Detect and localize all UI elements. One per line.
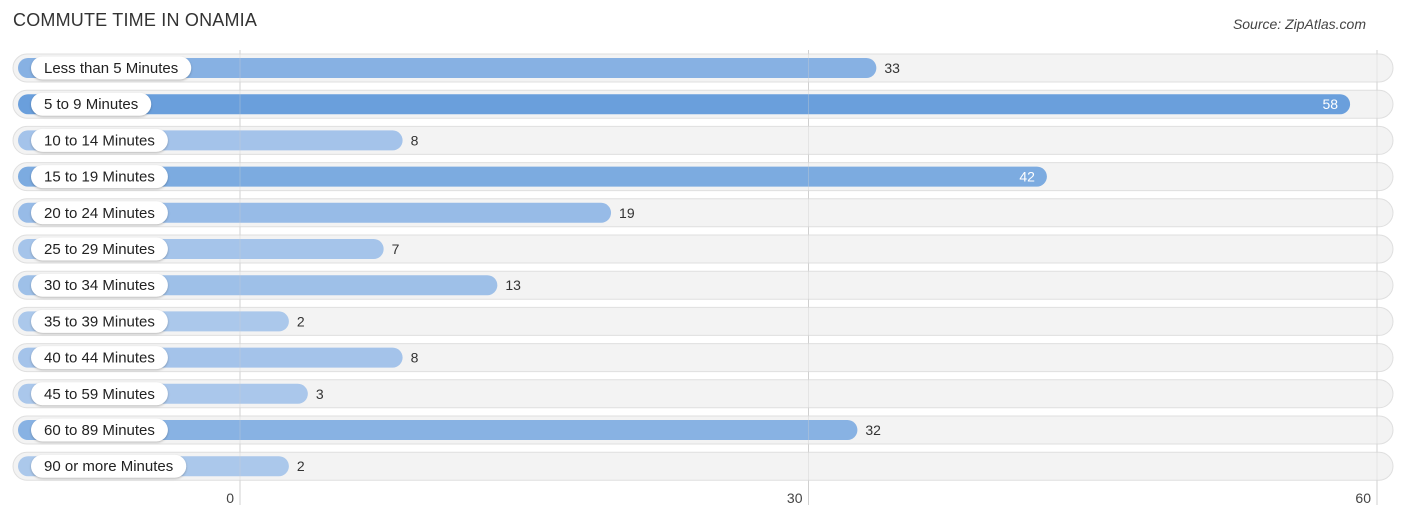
- category-label: 20 to 24 Minutes: [44, 205, 155, 222]
- x-tick-label: 30: [787, 490, 803, 506]
- value-label: 2: [297, 313, 305, 329]
- value-label: 8: [411, 132, 419, 148]
- value-label: 7: [392, 241, 400, 257]
- bar: [18, 94, 1351, 115]
- category-label: 35 to 39 Minutes: [44, 313, 155, 330]
- value-label: 3: [316, 386, 324, 402]
- category-label: 5 to 9 Minutes: [44, 96, 138, 113]
- bar: [18, 166, 1047, 187]
- value-label: 8: [411, 350, 419, 366]
- x-tick-label: 0: [226, 490, 234, 506]
- category-label: Less than 5 Minutes: [44, 60, 178, 77]
- value-label: 2: [297, 458, 305, 474]
- category-label: 60 to 89 Minutes: [44, 422, 155, 439]
- value-label: 13: [505, 277, 521, 293]
- category-label: 15 to 19 Minutes: [44, 169, 155, 186]
- value-label: 33: [884, 60, 900, 76]
- category-label: 90 or more Minutes: [44, 458, 173, 475]
- bar-chart: Less than 5 Minutes 33 5 to 9 Minutes 58 10 …: [12, 50, 1394, 506]
- category-label: 30 to 34 Minutes: [44, 277, 155, 294]
- category-label: 10 to 14 Minutes: [44, 132, 155, 149]
- value-label: 32: [865, 422, 881, 438]
- x-tick-label: 60: [1355, 490, 1371, 506]
- category-label: 25 to 29 Minutes: [44, 241, 155, 258]
- category-label: 40 to 44 Minutes: [44, 350, 155, 367]
- value-label: 42: [1019, 169, 1035, 185]
- value-label: 58: [1323, 96, 1339, 112]
- category-label: 45 to 59 Minutes: [44, 386, 155, 403]
- value-label: 19: [619, 205, 635, 221]
